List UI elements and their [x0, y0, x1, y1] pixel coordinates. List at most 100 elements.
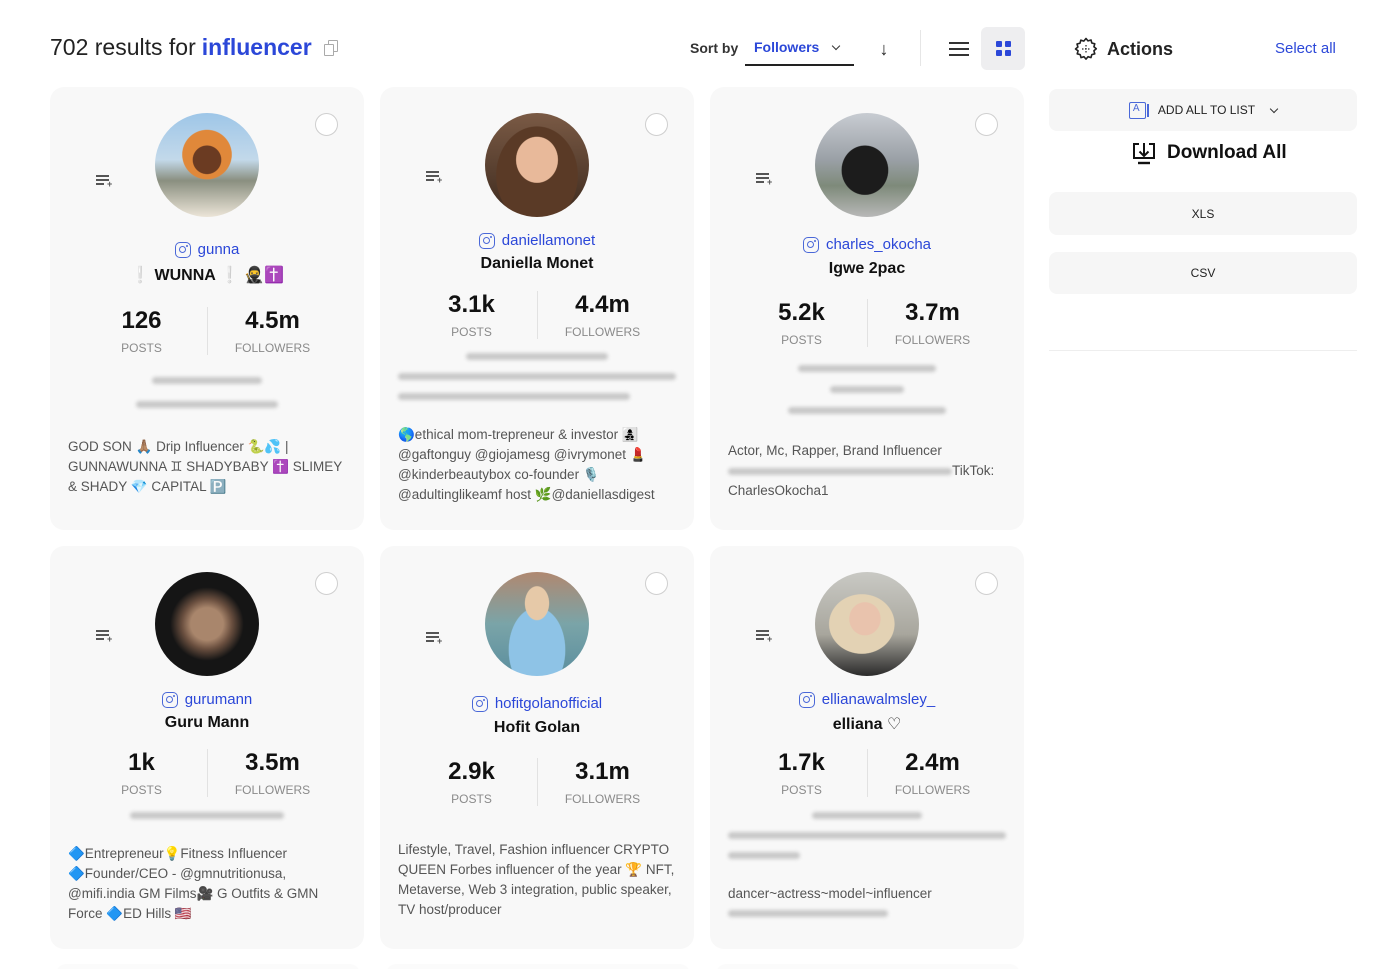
handle-text: charles_okocha [825, 236, 932, 253]
list-view-icon-line [949, 48, 969, 50]
stats: 1k POSTS 3.5m FOLLOWERS [50, 749, 364, 797]
followers-label: FOLLOWERS [894, 783, 971, 797]
followers-label: FOLLOWERS [564, 792, 641, 806]
download-icon [1133, 143, 1155, 165]
display-name: Igwe 2pac [828, 260, 906, 277]
grid-view-icon-cell [1004, 50, 1011, 56]
instagram-handle-link[interactable]: hofitgolanofficial [380, 695, 694, 712]
list-view-icon-line [949, 54, 969, 56]
influencer-card[interactable]: + hofitgolanofficial Hofit Golan 2.9k POS… [380, 546, 694, 949]
download-xls-button[interactable]: XLS [1049, 192, 1357, 235]
instagram-icon [471, 695, 488, 712]
select-checkbox[interactable] [645, 572, 668, 595]
posts-count: 126 [121, 307, 162, 334]
select-checkbox[interactable] [975, 572, 998, 595]
avatar [815, 572, 919, 676]
influencer-card-partial [56, 964, 360, 969]
display-name: Daniella Monet [480, 255, 594, 272]
playlist-add-icon: + [107, 179, 113, 189]
influencer-card[interactable]: + charles_okocha Igwe 2pac 5.2k POSTS 3.7… [710, 87, 1024, 530]
stats: 5.2k POSTS 3.7m FOLLOWERS [710, 299, 1024, 347]
sort-select[interactable]: Followers [745, 30, 854, 66]
posts-label: POSTS [121, 783, 162, 797]
actions-title: Actions [1107, 38, 1174, 59]
instagram-icon [802, 236, 819, 253]
posts-label: POSTS [781, 333, 822, 347]
followers-count: 4.5m [245, 307, 300, 334]
instagram-handle-link[interactable]: gurumann [50, 691, 364, 708]
bio-line: Actor, Mc, Rapper, Brand Influencer [728, 443, 942, 458]
select-checkbox[interactable] [315, 572, 338, 595]
select-all-link[interactable]: Select all [1275, 40, 1336, 57]
avatar [485, 572, 589, 676]
bio: GOD SON 🙏🏽 Drip Influencer 🐍💦 | GUNNAWUN… [68, 439, 342, 494]
add-all-to-list-button[interactable]: ADD ALL TO LIST [1049, 89, 1357, 131]
select-checkbox[interactable] [975, 113, 998, 136]
posts-label: POSTS [451, 792, 492, 806]
instagram-handle-link[interactable]: charles_okocha [710, 236, 1024, 253]
grid-view-icon [995, 41, 1002, 47]
posts-count: 1k [128, 749, 155, 776]
handle-text: hofitgolanofficial [494, 695, 603, 712]
grid-view-icon-cell [995, 50, 1002, 56]
redacted-text [466, 353, 608, 360]
stats: 126 POSTS 4.5m FOLLOWERS [50, 307, 364, 355]
grid-view-icon-cell [1004, 41, 1011, 47]
search-query: influencer [201, 34, 312, 60]
followers-count: 4.4m [575, 291, 630, 318]
influencer-card[interactable]: + daniellamonet Daniella Monet 3.1k POSTS… [380, 87, 694, 530]
add-to-list-button[interactable]: + [96, 174, 113, 189]
instagram-icon [161, 691, 178, 708]
influencer-card-partial [386, 964, 690, 969]
avatar [815, 113, 919, 217]
download-csv-button[interactable]: CSV [1049, 252, 1357, 294]
posts-count: 5.2k [778, 299, 825, 326]
add-to-list-button[interactable]: + [96, 629, 112, 644]
avatar [485, 113, 589, 217]
add-to-list-button[interactable]: + [426, 170, 442, 185]
avatar [155, 572, 259, 676]
instagram-icon [798, 691, 815, 708]
display-name: Guru Mann [164, 714, 250, 731]
avatar [155, 113, 259, 217]
handle-text: gunna [197, 241, 240, 258]
display-name: elliana ♡ [832, 716, 902, 733]
instagram-handle-link[interactable]: gunna [50, 241, 364, 258]
redacted-text [788, 407, 946, 414]
results-count: 702 [50, 34, 89, 60]
redacted-text [398, 373, 676, 380]
instagram-handle-link[interactable]: daniellamonet [380, 232, 694, 249]
select-checkbox[interactable] [645, 113, 668, 136]
stats: 3.1k POSTS 4.4m FOLLOWERS [380, 291, 694, 339]
bio: 🌎ethical mom-trepreneur & investor 👩‍👧‍👦… [398, 427, 655, 502]
arrow-down-icon: ↓ [879, 39, 889, 59]
actions-header: Actions [1073, 36, 1173, 62]
instagram-handle-link[interactable]: ellianawalmsley_ [710, 691, 1024, 708]
sort-value: Followers [754, 39, 820, 55]
influencer-card[interactable]: + ellianawalmsley_ elliana ♡ 1.7k POSTS 2… [710, 546, 1024, 949]
results-text: results for [94, 34, 196, 60]
grid-view-button[interactable] [981, 27, 1025, 70]
playlist-add-icon: + [767, 634, 773, 644]
followers-label: FOLLOWERS [234, 341, 311, 355]
instagram-icon [478, 232, 495, 249]
add-to-list-button[interactable]: + [426, 631, 442, 646]
sort-direction-button[interactable]: ↓ [874, 38, 894, 60]
followers-count: 3.5m [245, 749, 300, 776]
download-all-button[interactable]: Download All [1131, 140, 1287, 166]
add-to-list-button[interactable]: + [756, 629, 773, 644]
followers-count: 2.4m [905, 749, 960, 776]
followers-label: FOLLOWERS [894, 333, 971, 347]
add-all-label: ADD ALL TO LIST [1157, 103, 1256, 117]
influencer-card[interactable]: + gunna ❕ WUNNA ❕ 🥷✝️ 126 POSTS 4.5m FOLLO… [50, 87, 364, 530]
contact-list-icon [1128, 101, 1149, 119]
bio: Actor, Mc, Rapper, Brand Influencer TikT… [728, 441, 1006, 501]
bio: Lifestyle, Travel, Fashion influencer CR… [398, 842, 675, 917]
select-checkbox[interactable] [315, 113, 338, 136]
influencer-card[interactable]: + gurumann Guru Mann 1k POSTS 3.5m FOLLOWE… [50, 546, 364, 949]
influencer-card-partial [716, 964, 1020, 969]
list-view-button[interactable] [939, 28, 979, 70]
copy-icon[interactable] [323, 39, 338, 56]
add-to-list-button[interactable]: + [756, 172, 772, 187]
posts-count: 2.9k [448, 758, 495, 785]
